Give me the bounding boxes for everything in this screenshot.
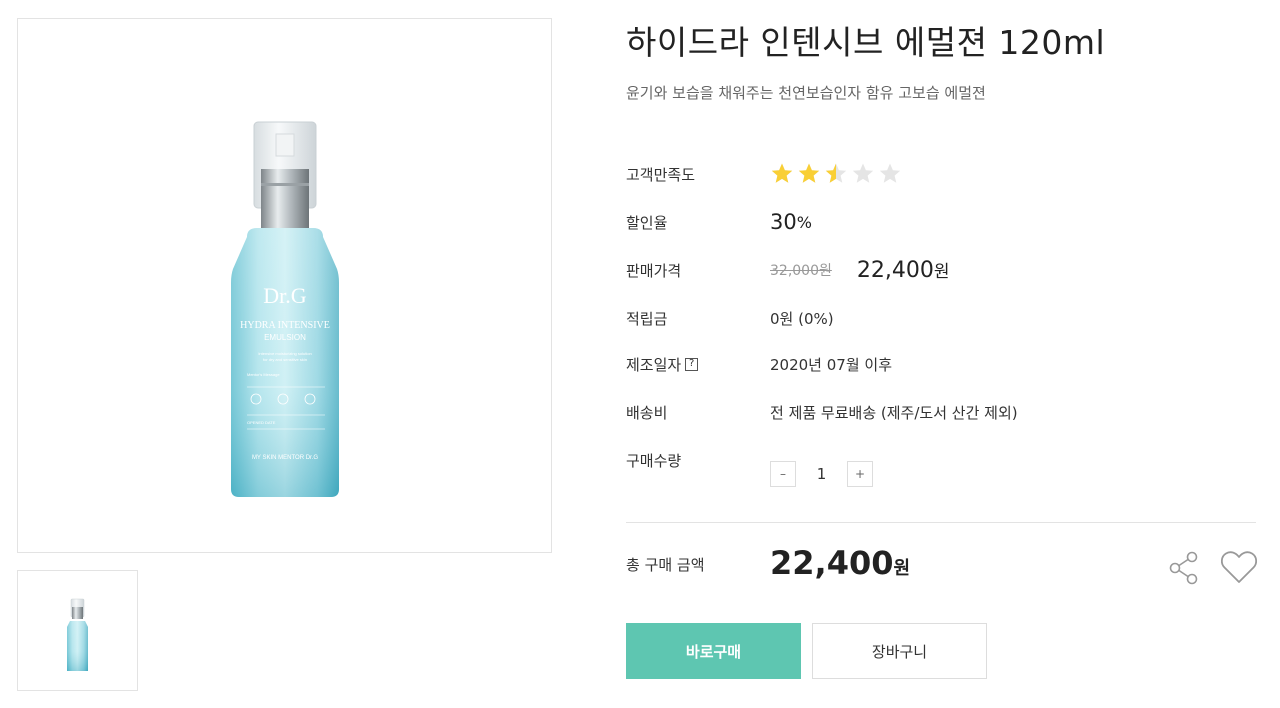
heart-icon[interactable] [1220,549,1258,589]
shipping-label: 배송비 [626,403,668,422]
manufacture-label-text: 제조일자 [626,355,682,374]
sale-price: 22,400원 [857,257,950,283]
svg-text:Mentor's Message: Mentor's Message [247,372,280,377]
svg-text:Dr.G: Dr.G [263,283,307,308]
share-icon[interactable] [1168,550,1200,590]
total-price: 22,400원 [770,544,910,582]
quantity-decrease-button[interactable]: – [770,461,796,487]
discount-number: 30 [770,210,797,234]
svg-text:Intensive moisturizing solutio: Intensive moisturizing solution [258,351,311,356]
svg-text:OPENED DATE: OPENED DATE [247,420,276,425]
total-price-number: 22,400 [770,544,894,582]
svg-text:EMULSION: EMULSION [264,333,306,342]
star-icon [798,163,820,183]
satisfaction-label: 고객만족도 [626,165,696,184]
help-icon[interactable]: ? [685,357,699,371]
quantity-stepper: – 1 + [770,461,873,487]
discount-value: 30% [770,210,812,234]
original-price: 32,000원 [770,263,832,279]
manufacture-row: 제조일자 ? 2020년 07월 이후 [626,352,1256,376]
divider [626,522,1256,523]
sale-price-unit: 원 [933,262,950,282]
quantity-increase-button[interactable]: + [847,461,873,487]
points-label: 적립금 [626,309,668,328]
shipping-value: 전 제품 무료배송 (제주/도서 산간 제외) [770,403,1018,422]
quantity-row: 구매수량 – 1 + [626,448,1256,487]
satisfaction-row: 고객만족도 [626,162,1256,186]
svg-text:MY SKIN MENTOR Dr.G: MY SKIN MENTOR Dr.G [252,455,318,461]
points-value: 0원 (0%) [770,309,834,328]
product-thumbnail[interactable] [17,570,138,691]
buy-now-button[interactable]: 바로구매 [626,623,801,679]
manufacture-label: 제조일자 ? [626,354,770,375]
manufacture-value: 2020년 07월 이후 [770,355,892,374]
add-to-cart-button[interactable]: 장바구니 [812,623,987,679]
star-icon [825,163,847,183]
discount-row: 할인율 30% [626,210,1256,234]
price-values: 32,000원 22,400원 [770,257,950,283]
quantity-label: 구매수량 [626,451,682,470]
thumbnail-bottle-image [67,598,88,671]
shipping-row: 배송비 전 제품 무료배송 (제주/도서 산간 제외) [626,400,1256,424]
product-bottle-illustration: Dr.G HYDRA INTENSIVE EMULSION Intensive … [231,121,339,497]
product-title: 하이드라 인텐시브 에멀젼 120ml [626,23,1106,62]
star-icon [771,163,793,183]
discount-unit: % [796,212,812,232]
product-subtitle: 윤기와 보습을 채워주는 천연보습인자 함유 고보습 에멀젼 [626,84,986,102]
price-row: 판매가격 32,000원 22,400원 [626,257,1256,283]
quantity-input[interactable]: 1 [796,465,847,483]
points-row: 적립금 0원 (0%) [626,306,1256,330]
star-icon [879,163,901,183]
total-label: 총 구매 금액 [626,556,705,574]
rating-stars [770,162,902,186]
sale-price-number: 22,400 [856,258,934,283]
svg-text:HYDRA INTENSIVE: HYDRA INTENSIVE [240,320,330,331]
price-label: 판매가격 [626,261,682,280]
discount-label: 할인율 [626,213,668,232]
svg-text:for dry and sensitive skin: for dry and sensitive skin [263,357,307,362]
total-price-unit: 원 [893,558,911,579]
product-main-image: Dr.G HYDRA INTENSIVE EMULSION Intensive … [17,18,552,553]
star-icon [852,163,874,183]
